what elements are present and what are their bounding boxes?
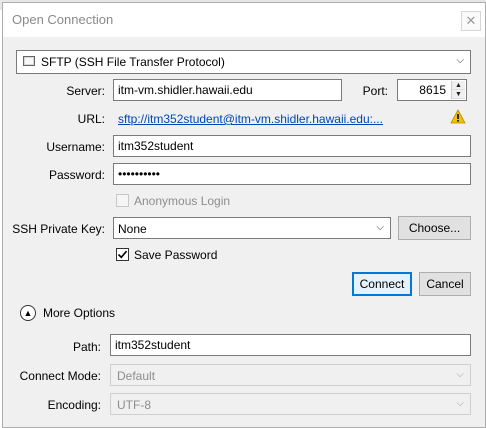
protocol-selected: SFTP (SSH File Transfer Protocol) xyxy=(41,55,225,69)
network-drive-icon xyxy=(23,56,35,66)
choose-key-button[interactable]: Choose... xyxy=(398,216,471,240)
password-label: Password: xyxy=(48,168,105,182)
close-icon: ✕ xyxy=(465,13,477,28)
open-connection-dialog: Open Connection ✕ SFTP (SSH File Transfe… xyxy=(2,2,486,428)
connect-mode-select[interactable]: Default ⌵ xyxy=(110,364,471,386)
connect-mode-selected: Default xyxy=(117,369,156,383)
ssh-key-label: SSH Private Key: xyxy=(12,222,105,236)
url-link[interactable]: sftp://itm352student@itm-vm.shidler.hawa… xyxy=(118,112,383,126)
close-button[interactable]: ✕ xyxy=(461,11,481,31)
port-input[interactable]: 8615 ▲ ▼ xyxy=(397,79,467,101)
save-password-label: Save Password xyxy=(134,248,218,262)
path-label: Path: xyxy=(72,340,101,354)
username-input[interactable]: itm352student xyxy=(113,135,471,157)
port-up-arrow-icon[interactable]: ▲ xyxy=(452,81,465,90)
warning-icon xyxy=(450,109,466,124)
cancel-button[interactable]: Cancel xyxy=(419,272,471,296)
port-stepper[interactable]: ▲ ▼ xyxy=(451,81,465,99)
port-value: 8615 xyxy=(419,83,446,97)
chevron-down-icon: ⌵ xyxy=(456,369,464,380)
password-input[interactable]: •••••••••• xyxy=(113,163,471,185)
protocol-select[interactable]: SFTP (SSH File Transfer Protocol) ⌵ xyxy=(16,50,471,74)
chevron-down-icon: ⌵ xyxy=(376,222,384,233)
server-input[interactable]: itm-vm.shidler.hawaii.edu xyxy=(113,79,342,101)
path-input[interactable]: itm352student xyxy=(110,334,471,356)
collapse-icon[interactable]: ▲ xyxy=(20,305,36,321)
url-label: URL: xyxy=(77,112,105,126)
chevron-down-icon: ⌵ xyxy=(456,55,464,66)
anonymous-login-label: Anonymous Login xyxy=(134,194,231,208)
title-bar: Open Connection ✕ xyxy=(3,3,485,37)
encoding-selected: UTF-8 xyxy=(117,398,151,412)
port-label: Port: xyxy=(362,84,388,98)
encoding-label: Encoding: xyxy=(47,398,101,412)
dialog-title: Open Connection xyxy=(12,12,114,27)
ssh-key-select[interactable]: None ⌵ xyxy=(113,217,391,239)
username-label: Username: xyxy=(46,140,105,154)
save-password-checkbox[interactable] xyxy=(116,248,129,261)
chevron-down-icon: ⌵ xyxy=(456,398,464,409)
checkmark-icon xyxy=(117,250,128,259)
more-options-label[interactable]: More Options xyxy=(43,306,115,320)
encoding-select[interactable]: UTF-8 ⌵ xyxy=(110,393,471,415)
anonymous-login-checkbox[interactable] xyxy=(116,194,129,207)
ssh-key-selected: None xyxy=(118,222,147,236)
connect-mode-label: Connect Mode: xyxy=(19,369,101,383)
server-label: Server: xyxy=(66,84,105,98)
port-down-arrow-icon[interactable]: ▼ xyxy=(452,90,465,99)
connect-button[interactable]: Connect xyxy=(352,272,412,296)
